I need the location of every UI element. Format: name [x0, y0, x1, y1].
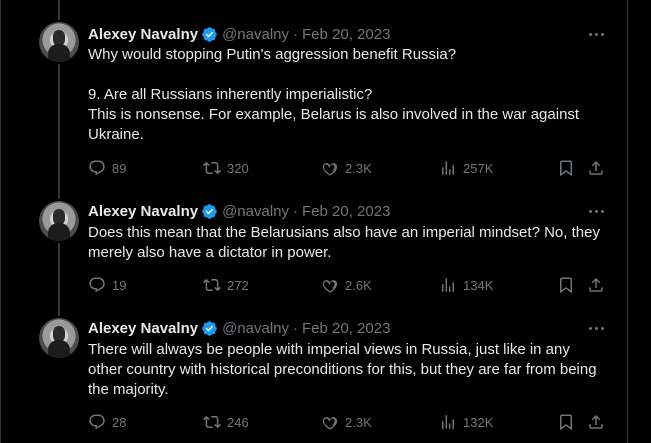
retweet-button[interactable]: 272: [203, 275, 249, 295]
bookmark-button[interactable]: [557, 158, 575, 178]
author-handle[interactable]: @navalny: [222, 320, 289, 337]
like-icon: [322, 417, 338, 430]
views-count: 257K: [463, 160, 494, 176]
verified-badge-icon: [202, 320, 217, 336]
bookmark-button[interactable]: [557, 275, 575, 295]
thread-line: [58, 313, 60, 316]
like-button[interactable]: 2.6K: [321, 275, 372, 295]
thread-line: [58, 64, 60, 195]
reply-icon: [89, 414, 105, 430]
tweet-text: Why would stopping Putin's aggression be…: [88, 46, 580, 143]
tweet-text: Does this mean that the Belarusians also…: [88, 224, 600, 261]
bookmark-icon: [560, 160, 572, 177]
tweet-date[interactable]: Feb 20, 2023: [302, 320, 390, 337]
reply-button[interactable]: 19: [88, 275, 126, 295]
views-count: 132K: [463, 414, 494, 430]
more-icon[interactable]: [585, 318, 607, 338]
tweet-text: There will always be people with imperia…: [88, 341, 597, 398]
views-button[interactable]: 132K: [439, 412, 493, 432]
like-icon: [322, 280, 338, 293]
reply-count: 28: [112, 414, 127, 430]
tweet-actions: 19 272 2.6K 134K: [86, 275, 608, 295]
bookmark-button[interactable]: [557, 412, 575, 432]
tweet[interactable]: Alexey Navalny @navalny · Feb 20, 2023 T…: [1, 313, 627, 443]
retweet-icon: [203, 161, 221, 175]
reply-count: 89: [112, 160, 127, 176]
reply-count: 19: [112, 277, 127, 293]
tweet-header: Alexey Navalny @navalny · Feb 20, 2023: [88, 24, 390, 44]
share-icon: [589, 414, 603, 429]
thread-line: [58, 195, 60, 199]
share-icon: [589, 160, 603, 175]
reply-icon: [89, 277, 105, 293]
separator-dot: ·: [293, 25, 299, 43]
retweet-count: 246: [227, 414, 249, 430]
author-name[interactable]: Alexey Navalny: [88, 203, 198, 220]
tweet-actions: 28 246 2.3K 132K: [86, 412, 608, 432]
avatar[interactable]: [39, 318, 79, 358]
share-button[interactable]: [587, 275, 605, 295]
reply-button[interactable]: 28: [88, 412, 126, 432]
tweet-header: Alexey Navalny @navalny · Feb 20, 2023: [88, 201, 390, 221]
retweet-button[interactable]: 320: [203, 158, 249, 178]
retweet-count: 320: [227, 160, 249, 176]
bookmark-icon: [560, 277, 572, 294]
views-icon: [442, 278, 454, 292]
thread-line: [58, 243, 60, 313]
avatar[interactable]: [39, 22, 79, 62]
views-button[interactable]: 134K: [439, 275, 493, 295]
more-icon[interactable]: [585, 201, 607, 221]
tweet[interactable]: Alexey Navalny @navalny · Feb 20, 2023 W…: [1, 0, 627, 195]
tweet[interactable]: Alexey Navalny @navalny · Feb 20, 2023 D…: [1, 195, 627, 313]
share-button[interactable]: [587, 158, 605, 178]
tweet-date[interactable]: Feb 20, 2023: [302, 203, 390, 220]
bookmark-icon: [560, 414, 572, 431]
views-icon: [442, 161, 454, 175]
views-icon: [442, 415, 454, 429]
author-name[interactable]: Alexey Navalny: [88, 26, 198, 43]
avatar[interactable]: [39, 201, 79, 241]
separator-dot: ·: [293, 202, 299, 220]
author-handle[interactable]: @navalny: [222, 203, 289, 220]
like-count: 2.6K: [345, 277, 372, 293]
tweet-header: Alexey Navalny @navalny · Feb 20, 2023: [88, 318, 390, 338]
author-handle[interactable]: @navalny: [222, 26, 289, 43]
views-count: 134K: [463, 277, 494, 293]
verified-badge-icon: [202, 203, 217, 219]
like-count: 2.3K: [345, 414, 372, 430]
reply-button[interactable]: 89: [88, 158, 126, 178]
retweet-count: 272: [227, 277, 249, 293]
tweet-date[interactable]: Feb 20, 2023: [302, 26, 390, 43]
like-icon: [322, 163, 338, 176]
retweet-icon: [203, 415, 221, 429]
like-button[interactable]: 2.3K: [321, 412, 372, 432]
verified-badge-icon: [202, 26, 217, 42]
share-icon: [589, 277, 603, 292]
right-gutter: [628, 0, 651, 443]
separator-dot: ·: [293, 319, 299, 337]
like-button[interactable]: 2.3K: [321, 158, 372, 178]
views-button[interactable]: 257K: [439, 158, 493, 178]
more-icon[interactable]: [585, 24, 607, 44]
author-name[interactable]: Alexey Navalny: [88, 320, 198, 337]
share-button[interactable]: [587, 412, 605, 432]
thread-line: [58, 0, 60, 20]
timeline-feed: Alexey Navalny @navalny · Feb 20, 2023 W…: [0, 0, 651, 443]
tweet-actions: 89 320 2.3K 257K: [86, 158, 608, 178]
reply-icon: [89, 160, 105, 176]
retweet-icon: [203, 278, 221, 292]
like-count: 2.3K: [345, 160, 372, 176]
retweet-button[interactable]: 246: [203, 412, 249, 432]
